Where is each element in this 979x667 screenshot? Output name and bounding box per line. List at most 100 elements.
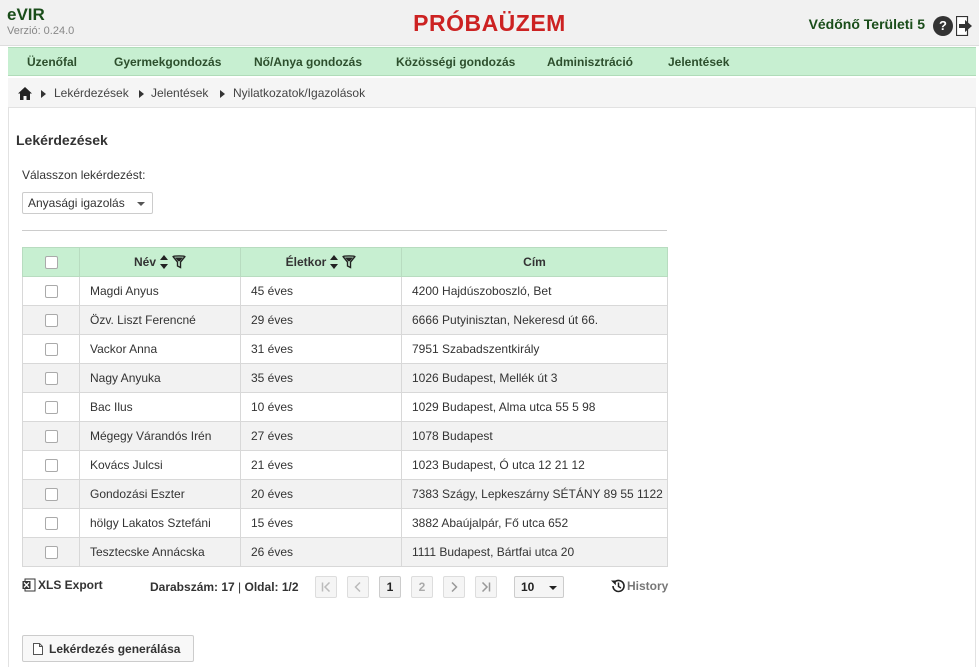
nav-item-no-anya-gondozas[interactable]: Nő/Anya gondozás: [254, 55, 362, 69]
table-header-row: Név Életkor Cím: [22, 247, 668, 277]
home-icon[interactable]: [18, 87, 32, 100]
row-checkbox[interactable]: [44, 459, 58, 473]
cell-name: Vackor Anna: [79, 334, 241, 364]
cell-name: Özv. Liszt Ferencné: [79, 305, 241, 335]
breadcrumb-item-jelentesek[interactable]: Jelentések: [151, 86, 208, 100]
cell-address: 4200 Hajdúszoboszló, Bet: [401, 276, 668, 306]
results-table: Név Életkor Cím Magdi Anyus 45 éves 4200…: [22, 247, 668, 567]
table-row[interactable]: Tesztecske Annácska 26 éves 1111 Budapes…: [22, 537, 668, 567]
breadcrumb-item-lekerdezesek[interactable]: Lekérdezések: [54, 86, 129, 100]
row-checkbox[interactable]: [44, 546, 58, 560]
cell-address: 7951 Szabadszentkirály: [401, 334, 668, 364]
sort-icon[interactable]: [330, 255, 339, 269]
column-label-name: Név: [133, 255, 156, 269]
logout-icon[interactable]: [956, 16, 973, 36]
sort-icon[interactable]: [160, 255, 168, 269]
row-checkbox-cell: [22, 421, 80, 451]
row-checkbox-cell: [22, 508, 80, 538]
nav-item-adminisztracio[interactable]: Adminisztráció: [547, 55, 633, 69]
row-checkbox-cell: [22, 334, 80, 364]
result-count: Darabszám: 17 | Oldal: 1/2: [150, 580, 299, 594]
nav-item-kozossegi-gondozas[interactable]: Közösségi gondozás: [396, 55, 515, 69]
prev-page-button[interactable]: [347, 576, 369, 598]
help-icon[interactable]: ?: [933, 16, 953, 36]
row-checkbox[interactable]: [44, 401, 58, 415]
row-checkbox[interactable]: [44, 285, 58, 299]
breadcrumb-separator-icon: [220, 90, 225, 98]
row-checkbox-cell: [22, 450, 80, 480]
history-label: History: [627, 579, 669, 593]
history-icon: [611, 579, 625, 593]
query-select[interactable]: Anyasági igazolás: [22, 192, 153, 214]
chevron-left-icon: [354, 582, 361, 592]
cell-age: 20 éves: [240, 479, 402, 509]
select-all-checkbox[interactable]: [44, 256, 58, 270]
chevron-down-icon: [549, 586, 557, 590]
chevron-down-icon: [137, 202, 145, 206]
cell-age: 31 éves: [240, 334, 402, 364]
select-all-cell: [22, 247, 80, 277]
filter-icon[interactable]: [172, 255, 186, 269]
row-checkbox[interactable]: [44, 314, 58, 328]
cell-age: 35 éves: [240, 363, 402, 393]
row-checkbox[interactable]: [44, 430, 58, 444]
page-button-1[interactable]: 1: [379, 576, 401, 598]
row-checkbox[interactable]: [44, 372, 58, 386]
table-row[interactable]: hölgy Lakatos Sztefáni 15 éves 3882 Abaú…: [22, 508, 668, 538]
row-checkbox-cell: [22, 537, 80, 567]
history-button[interactable]: History: [610, 578, 668, 594]
nav-item-gyermekgondozas[interactable]: Gyermekgondozás: [114, 55, 221, 69]
cell-address: 7383 Szágy, Lepkeszárny SÉTÁNY 89 55 112…: [401, 479, 668, 509]
table-row[interactable]: Vackor Anna 31 éves 7951 Szabadszentkirá…: [22, 334, 668, 364]
column-label-age: Életkor: [285, 255, 327, 269]
cell-age: 29 éves: [240, 305, 402, 335]
page-button-2[interactable]: 2: [411, 576, 433, 598]
cell-age: 15 éves: [240, 508, 402, 538]
row-checkbox-cell: [22, 305, 80, 335]
nav-item-jelentesek[interactable]: Jelentések: [668, 55, 729, 69]
row-checkbox-cell: [22, 363, 80, 393]
table-row[interactable]: Gondozási Eszter 20 éves 7383 Szágy, Lep…: [22, 479, 668, 509]
first-page-icon: [321, 582, 331, 592]
xls-export-button[interactable]: XLS Export: [22, 578, 103, 592]
filter-icon[interactable]: [342, 255, 357, 269]
breadcrumb-item-nyilatkozatok: Nyilatkozatok/Igazolások: [233, 86, 366, 100]
cell-age: 21 éves: [240, 450, 402, 480]
excel-icon: [22, 578, 36, 592]
cell-address: 1078 Budapest: [401, 421, 668, 451]
cell-name: Magdi Anyus: [79, 276, 241, 306]
column-header-address: Cím: [401, 247, 668, 277]
column-header-name: Név: [79, 247, 241, 277]
table-row[interactable]: Bac Ilus 10 éves 1029 Budapest, Alma utc…: [22, 392, 668, 422]
app-header: eVIR Verzió: 0.24.0 PRÓBAÜZEM Védőnő Ter…: [0, 0, 979, 46]
table-row[interactable]: Kovács Julcsi 21 éves 1023 Budapest, Ó u…: [22, 450, 668, 480]
column-header-age: Életkor: [240, 247, 402, 277]
generate-query-button[interactable]: Lekérdezés generálása: [22, 635, 195, 662]
row-checkbox[interactable]: [44, 343, 58, 357]
table-row[interactable]: Nagy Anyuka 35 éves 1026 Budapest, Mellé…: [22, 363, 668, 393]
cell-address: 6666 Putyinisztan, Nekeresd út 66.: [401, 305, 668, 335]
count-separator: |: [234, 580, 245, 594]
cell-name: Bac Ilus: [79, 392, 241, 422]
cell-name: Gondozási Eszter: [79, 479, 241, 509]
next-page-button[interactable]: [443, 576, 465, 598]
last-page-button[interactable]: [475, 576, 497, 598]
row-checkbox[interactable]: [44, 517, 58, 531]
cell-name: Mégegy Várandós Irén: [79, 421, 241, 451]
cell-address: 1111 Budapest, Bártfai utca 20: [401, 537, 668, 567]
page-indicator: Oldal: 1/2: [244, 580, 299, 594]
table-row[interactable]: Mégegy Várandós Irén 27 éves 1078 Budape…: [22, 421, 668, 451]
main-nav: Üzenőfal Gyermekgondozás Nő/Anya gondozá…: [8, 47, 976, 76]
cell-age: 26 éves: [240, 537, 402, 567]
page-size-select[interactable]: 10: [514, 576, 564, 598]
user-name[interactable]: Védőnő Területi 5: [809, 16, 925, 32]
first-page-button[interactable]: [315, 576, 337, 598]
nav-item-uzenofal[interactable]: Üzenőfal: [27, 55, 77, 69]
cell-address: 1026 Budapest, Mellék út 3: [401, 363, 668, 393]
breadcrumb: Lekérdezések Jelentések Nyilatkozatok/Ig…: [8, 78, 976, 108]
row-checkbox[interactable]: [44, 488, 58, 502]
table-row[interactable]: Magdi Anyus 45 éves 4200 Hajdúszoboszló,…: [22, 276, 668, 306]
query-select-value: Anyasági igazolás: [28, 196, 125, 210]
cell-age: 45 éves: [240, 276, 402, 306]
table-row[interactable]: Özv. Liszt Ferencné 29 éves 6666 Putyini…: [22, 305, 668, 335]
